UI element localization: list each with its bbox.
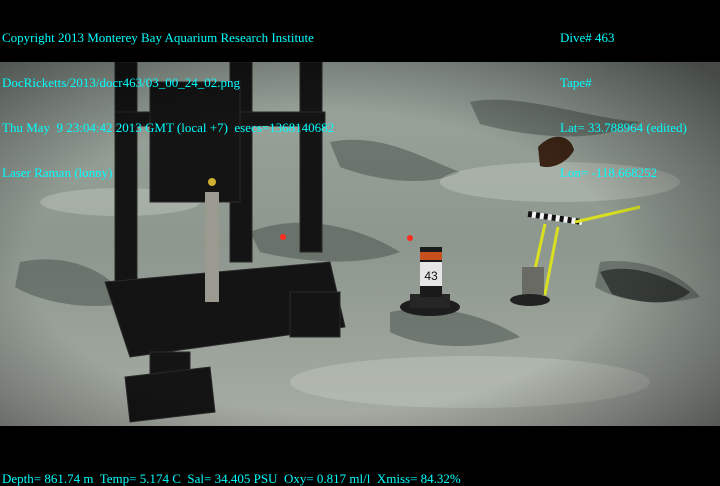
longitude: Lon= -118.668252 — [560, 165, 658, 180]
tape-number: Tape# — [560, 75, 592, 90]
instrument-line: Laser Raman (lonny) — [2, 165, 113, 180]
timestamp-line: Thu May 9 23:04:42 2013 GMT (local +7) e… — [2, 120, 335, 135]
latitude: Lat= 33.788964 (edited) — [560, 120, 687, 135]
sensor-readout: Depth= 861.74 m Temp= 5.174 C Sal= 34.40… — [2, 471, 461, 486]
overlay-top-left: Copyright 2013 Monterey Bay Aquarium Res… — [2, 0, 334, 195]
dive-number: Dive# 463 — [560, 30, 615, 45]
overlay-top-right: Dive# 463 Tape# Lat= 33.788964 (edited) … — [560, 0, 687, 195]
file-path-line: DocRicketts/2013/docr463/03_00_24_02.png — [2, 75, 240, 90]
copyright-line: Copyright 2013 Monterey Bay Aquarium Res… — [2, 30, 314, 45]
